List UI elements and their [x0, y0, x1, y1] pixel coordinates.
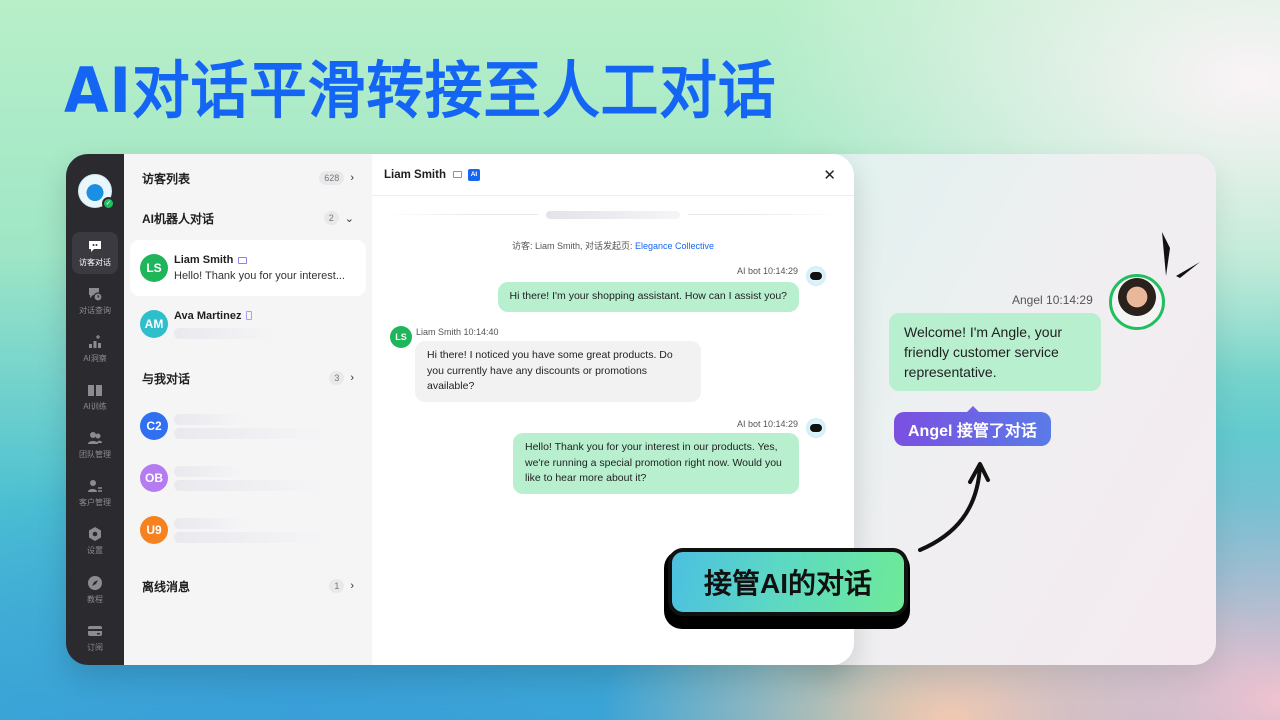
ai-badge: AI [467, 168, 480, 181]
workspace-avatar[interactable]: ✓ [78, 174, 115, 210]
message-bubble: Hi there! I noticed you have some great … [415, 341, 701, 402]
conversation-item[interactable]: C2 [130, 400, 366, 452]
mobile-icon [246, 311, 253, 320]
name-placeholder [174, 517, 244, 529]
chat-header: Liam Smith AI [372, 154, 854, 196]
conversation-item[interactable]: AM Ava Martinez [130, 296, 366, 352]
visitor-list-header[interactable]: 访客列表 628 › [130, 156, 366, 200]
compass-icon [88, 576, 102, 590]
avatar: C2 [140, 412, 168, 440]
message-bubble: Hi there! I'm your shopping assistant. H… [497, 282, 799, 312]
preview-placeholder [174, 531, 324, 543]
message-meta: AI bot 10:14:29 [736, 419, 798, 429]
conversation-list: 访客列表 628 › AI机器人对话 2 ⌄ LS Liam Smith Hello… [124, 154, 372, 665]
message-preview: Hello! Thank you for your interest... [174, 270, 345, 282]
conversation-item[interactable]: U9 [130, 504, 366, 556]
insights-icon [89, 335, 101, 348]
nav-item-visitor-chat[interactable]: 访客对话 [72, 232, 118, 274]
origin-page-link[interactable]: Elegance Collective [635, 241, 714, 251]
agent-message-meta: Angel 10:14:29 [1012, 293, 1093, 307]
customer-icon [88, 480, 102, 492]
my-chats-header[interactable]: 与我对话 3 › [130, 356, 366, 400]
preview-placeholder [174, 427, 324, 439]
sidebar-nav: ✓ 访客对话 对话查询 AI洞察 AI训练 团队管理 客户管理 设置 教程 订阅 [66, 154, 124, 665]
my-chats-count-badge: 3 [329, 371, 345, 385]
online-check-icon: ✓ [102, 197, 115, 210]
chat-bubble-icon [89, 241, 101, 252]
avatar: LS [140, 254, 168, 282]
chevron-down-icon: ⌄ [344, 212, 354, 225]
system-info: 访客: Liam Smith, 对话发起页: Elegance Collecti… [511, 241, 715, 251]
loading-placeholder [546, 211, 680, 219]
chat-history-icon [89, 288, 103, 302]
visitor-count-badge: 628 [319, 171, 345, 185]
preview-placeholder [174, 327, 274, 339]
nav-item-tutorial[interactable]: 教程 [72, 569, 118, 611]
preview-placeholder [174, 479, 324, 491]
bot-avatar-icon [806, 266, 826, 286]
team-icon [88, 432, 102, 444]
chat-title: Liam Smith [384, 168, 446, 181]
name-placeholder [174, 465, 244, 477]
settings-icon [89, 527, 101, 541]
nav-bottom: 教程 订阅 [66, 563, 124, 659]
takeover-ai-chat-button[interactable]: 接管AI的对话 [668, 548, 908, 616]
offline-count-badge: 1 [329, 579, 345, 593]
card-icon [88, 626, 102, 636]
avatar: U9 [140, 516, 168, 544]
nav-item-settings[interactable]: 设置 [72, 520, 118, 562]
close-icon[interactable]: ✕ [823, 166, 836, 184]
hero-title: AI对话平滑转接至人工对话 [64, 54, 777, 127]
nav-item-subscription[interactable]: 订阅 [72, 617, 118, 659]
conversation-item[interactable]: LS Liam Smith Hello! Thank you for your … [130, 240, 366, 296]
name-placeholder [174, 413, 244, 425]
takeover-notice: Angel 接管了对话 [894, 406, 1051, 446]
emphasis-sparks-icon [1162, 232, 1200, 278]
curved-arrow-icon [918, 462, 990, 552]
nav-item-ai-training[interactable]: AI训练 [72, 376, 118, 418]
book-icon [88, 385, 102, 396]
desktop-icon [238, 256, 248, 264]
bot-avatar-icon [806, 418, 826, 438]
message-bubble: Hello! Thank you for your interest in ou… [513, 433, 799, 494]
nav-item-team[interactable]: 团队管理 [72, 424, 118, 466]
message-meta: AI bot 10:14:29 [736, 266, 798, 276]
ai-chats-header[interactable]: AI机器人对话 2 ⌄ [130, 196, 366, 240]
avatar: AM [140, 310, 168, 338]
avatar: OB [140, 464, 168, 492]
message-meta: Liam Smith 10:14:40 [416, 327, 499, 337]
avatar: LS [390, 326, 412, 348]
offline-messages-header[interactable]: 离线消息 1 › [130, 564, 366, 608]
desktop-icon [452, 171, 462, 178]
chevron-right-icon: › [350, 580, 354, 592]
nav-item-ai-insights[interactable]: AI洞察 [72, 328, 118, 370]
agent-message-bubble: Welcome! I'm Angle, your friendly custom… [889, 313, 1101, 391]
ai-chats-count-badge: 2 [323, 211, 339, 225]
chevron-right-icon: › [350, 372, 354, 384]
chevron-right-icon: › [350, 172, 354, 184]
nav-item-chat-history[interactable]: 对话查询 [72, 280, 118, 322]
conversation-item[interactable]: OB [130, 452, 366, 504]
nav-item-customers[interactable]: 客户管理 [72, 472, 118, 514]
